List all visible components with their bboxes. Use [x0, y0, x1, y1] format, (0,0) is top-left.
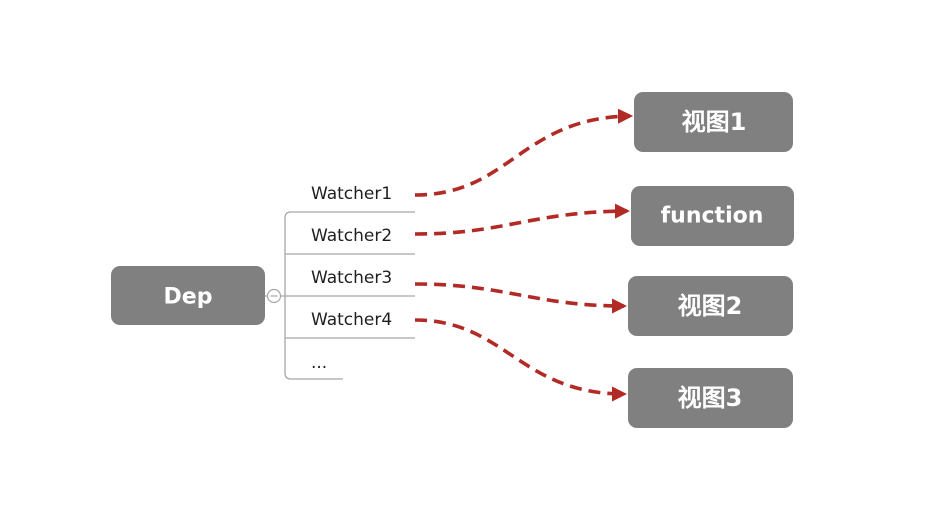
- arrow-watcher3-view2: [414, 282, 628, 314]
- dependency-diagram: Dep Watcher1 Watcher2 Watcher3 Watcher4 …: [111, 92, 794, 428]
- dependency-arrows: [414, 108, 634, 402]
- target-view3-label: 视图3: [678, 384, 743, 412]
- watcher-1-label: Watcher1: [311, 184, 392, 204]
- target-node-view1: 视图1: [634, 92, 793, 152]
- target-view1-label: 视图1: [682, 108, 747, 136]
- watcher-4-label: Watcher4: [311, 310, 392, 330]
- watcher-2-label: Watcher2: [311, 226, 392, 246]
- watcher-3-label: Watcher3: [311, 268, 392, 288]
- target-function-label: function: [661, 204, 764, 229]
- arrow-watcher4-view3: [414, 318, 628, 402]
- collapse-toggle[interactable]: [265, 288, 285, 304]
- target-node-function: function: [631, 186, 794, 246]
- watcher-more-label: ...: [311, 353, 327, 373]
- arrow-watcher2-function: [414, 203, 631, 236]
- target-view2-label: 视图2: [678, 292, 743, 320]
- target-node-view2: 视图2: [628, 276, 793, 336]
- target-node-view3: 视图3: [628, 368, 793, 428]
- dep-node: Dep: [111, 266, 265, 325]
- dep-node-label: Dep: [164, 285, 213, 310]
- arrow-watcher1-view1: [414, 108, 634, 197]
